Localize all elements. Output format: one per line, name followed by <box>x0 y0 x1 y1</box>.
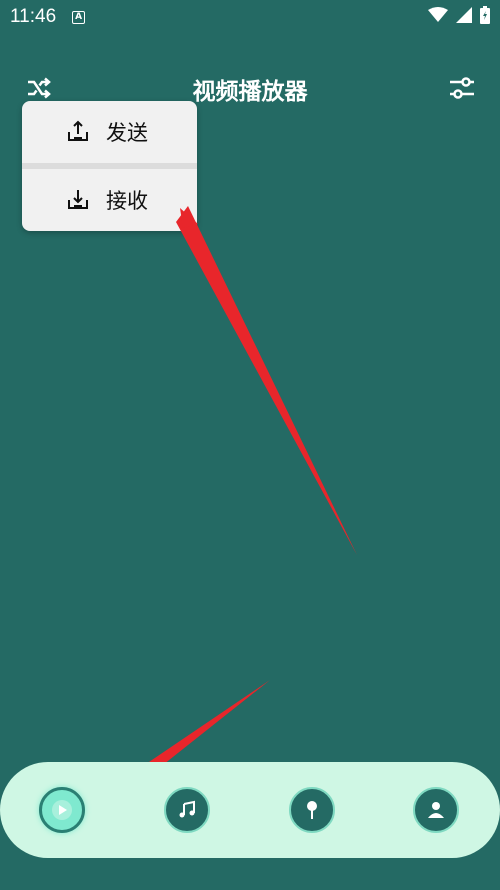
sliders-icon[interactable] <box>448 74 476 102</box>
menu-item-label: 接收 <box>106 189 148 213</box>
notification-icon: A <box>72 10 86 24</box>
download-icon <box>68 190 88 209</box>
menu-item-send[interactable]: 发送 <box>22 101 197 163</box>
nav-play-button[interactable] <box>39 787 85 833</box>
music-note-icon <box>179 800 195 818</box>
menu-item-receive[interactable]: 接收 <box>22 169 197 231</box>
nav-music-button[interactable] <box>164 787 210 833</box>
nav-profile-button[interactable] <box>413 787 459 833</box>
wifi-icon <box>428 7 448 22</box>
status-time: 11:46 <box>10 6 57 27</box>
annotation-arrow-menu <box>176 206 357 555</box>
menu-item-label: 发送 <box>106 121 148 145</box>
popup-menu: 发送 接收 <box>22 101 197 231</box>
play-icon <box>52 800 72 820</box>
status-icons <box>428 6 490 24</box>
person-icon <box>428 802 444 818</box>
battery-icon <box>480 6 490 24</box>
signal-icon <box>456 7 472 23</box>
upload-icon <box>68 120 88 141</box>
bottom-nav <box>0 762 500 858</box>
status-bar: 11:46 A <box>0 0 500 34</box>
nav-mic-button[interactable] <box>289 787 335 833</box>
microphone-icon <box>307 801 317 819</box>
